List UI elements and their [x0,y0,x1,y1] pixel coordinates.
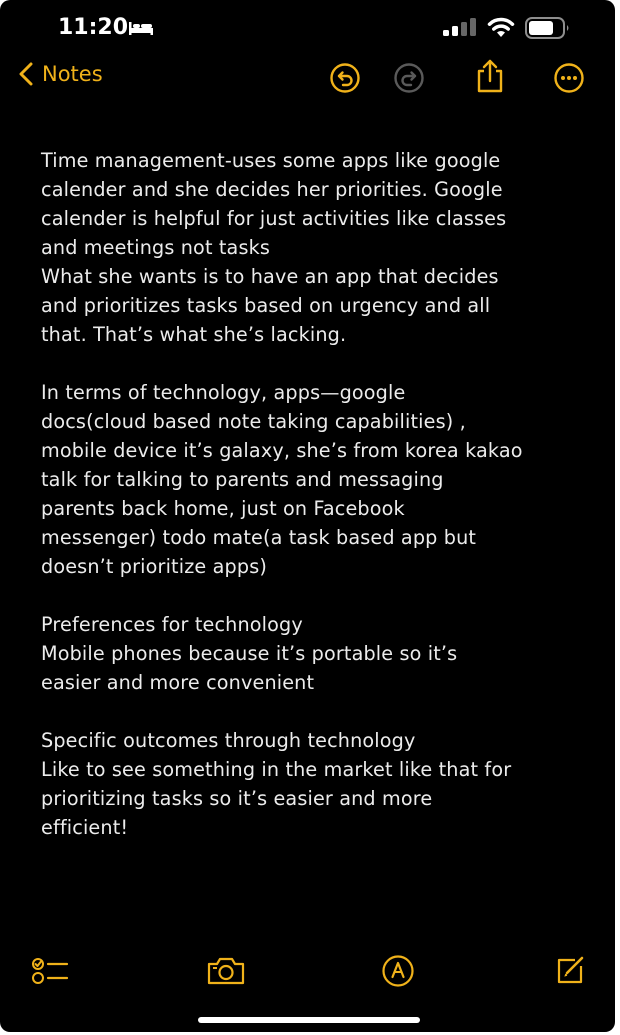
cellular-signal-icon [443,18,476,36]
note-line: In terms of technology, apps—google [41,381,406,404]
home-indicator[interactable] [198,1017,420,1023]
chevron-left-icon [19,62,33,86]
share-icon[interactable] [474,58,506,94]
note-line: messenger) todo mate(a task based app bu… [41,526,477,549]
wifi-icon [487,17,515,37]
redo-icon[interactable] [393,62,425,94]
note-line: Time management-uses some apps like goog… [41,149,501,172]
note-line: Like to see something in the market like… [41,758,512,781]
note-line: doesn’t prioritize apps) [41,555,267,578]
back-button-label: Notes [42,62,103,86]
battery-icon [525,17,569,39]
checklist-icon[interactable] [31,957,69,985]
markup-icon[interactable] [381,954,415,988]
note-line: What she wants is to have an app that de… [41,265,499,288]
note-line: efficient! [41,816,129,839]
note-line: calender is helpful for just activities … [41,207,507,230]
note-line: that. That’s what she’s lacking. [41,323,347,346]
note-line: calender and she decides her priorities.… [41,178,503,201]
notes-screen: 11:20 Notes Time management-uses some ap… [0,0,615,1032]
back-button[interactable]: Notes [18,62,103,86]
status-bar: 11:20 [0,0,615,58]
note-line: prioritizing tasks so it’s easier and mo… [41,787,433,810]
camera-icon[interactable] [206,956,246,986]
undo-icon[interactable] [329,62,361,94]
note-line: parents back home, just on Facebook [41,497,405,520]
more-icon[interactable] [553,62,585,94]
note-line: easier and more convenient [41,671,315,694]
note-line: docs(cloud based note taking capabilitie… [41,410,466,433]
note-line: Specific outcomes through technology [41,729,416,752]
compose-icon[interactable] [553,953,587,987]
status-time: 11:20 [58,15,129,40]
navigation-bar: Notes [0,58,615,98]
note-line: talk for talking to parents and messagin… [41,468,444,491]
note-line: mobile device it’s galaxy, she’s from ko… [41,439,523,462]
note-line: Preferences for technology [41,613,303,636]
note-line: and meetings not tasks [41,236,270,259]
note-body[interactable]: Time management-uses some apps like goog… [41,146,586,842]
sleep-focus-icon [129,22,153,35]
note-line: and prioritizes tasks based on urgency a… [41,294,491,317]
note-line: Mobile phones because it’s portable so i… [41,642,458,665]
